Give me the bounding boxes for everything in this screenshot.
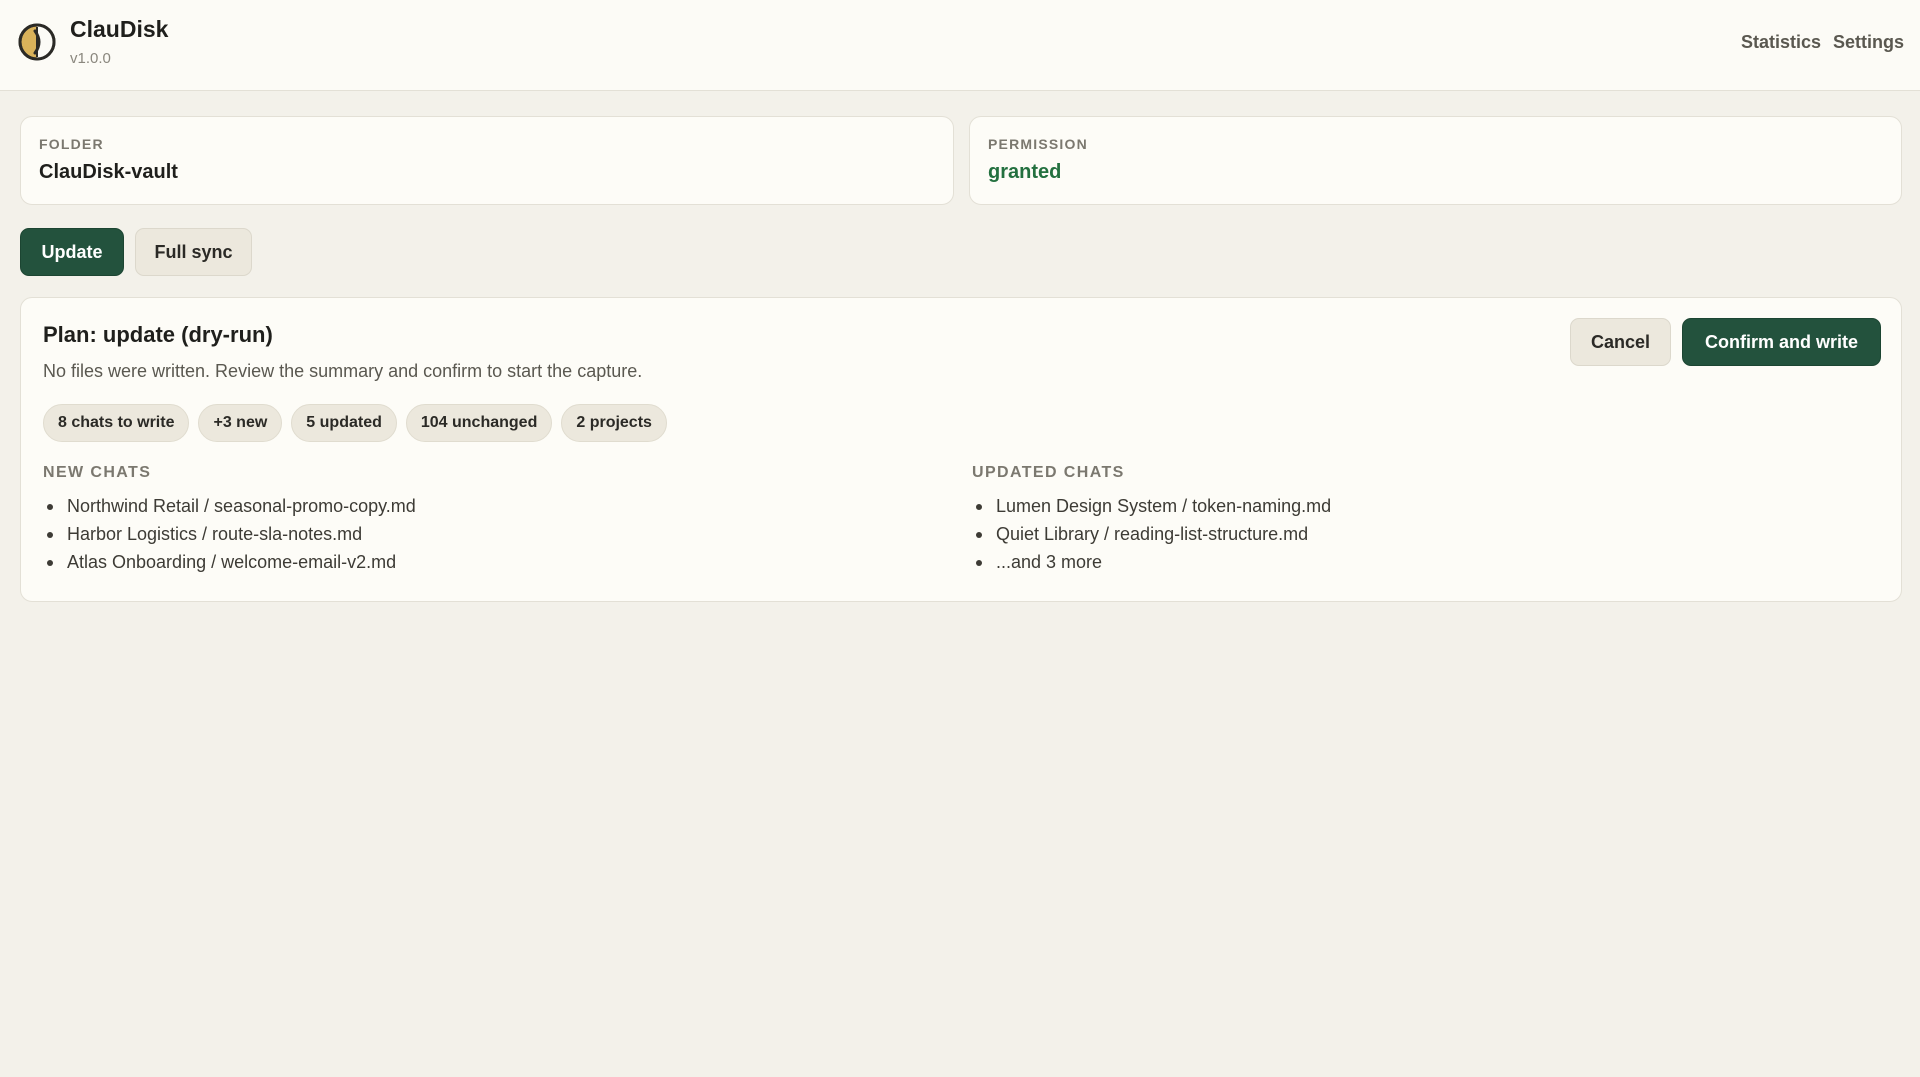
- updated-chats-heading: UPDATED CHATS: [972, 464, 1125, 481]
- top-bar: ClauDisk v1.0.0 Statistics Settings: [0, 0, 1920, 91]
- plan-description: No files were written. Review the summar…: [43, 361, 643, 381]
- updated-chats-section: UPDATED CHATS Lumen Design System / toke…: [972, 464, 1331, 576]
- folder-label: FOLDER: [39, 136, 104, 152]
- new-chats-section: NEW CHATS Northwind Retail / seasonal-pr…: [43, 464, 416, 576]
- new-chats-list: Northwind Retail / seasonal-promo-copy.m…: [43, 492, 416, 576]
- plan-card: Plan: update (dry-run) No files were wri…: [20, 297, 1902, 602]
- list-item: ...and 3 more: [972, 548, 1331, 576]
- folder-card: FOLDER ClauDisk-vault: [20, 116, 954, 205]
- updated-chats-list: Lumen Design System / token-naming.md Qu…: [972, 492, 1331, 576]
- chip-projects: 2 projects: [561, 404, 667, 442]
- app-version: v1.0.0: [70, 50, 111, 67]
- confirm-and-write-button[interactable]: Confirm and write: [1682, 318, 1881, 366]
- summary-chips: 8 chats to write +3 new 5 updated 104 un…: [43, 404, 667, 442]
- nav-statistics-link[interactable]: Statistics: [1741, 32, 1821, 53]
- permission-label: PERMISSION: [988, 136, 1088, 152]
- full-sync-button[interactable]: Full sync: [135, 228, 252, 276]
- list-item: Quiet Library / reading-list-structure.m…: [972, 520, 1331, 548]
- chip-unchanged: 104 unchanged: [405, 404, 553, 442]
- list-item: Lumen Design System / token-naming.md: [972, 492, 1331, 520]
- list-item: Northwind Retail / seasonal-promo-copy.m…: [43, 492, 416, 520]
- claudisk-logo-icon: [18, 23, 56, 61]
- top-nav: Statistics Settings: [1741, 32, 1904, 53]
- list-item: Atlas Onboarding / welcome-email-v2.md: [43, 548, 416, 576]
- nav-settings-link[interactable]: Settings: [1833, 32, 1904, 53]
- list-item: Harbor Logistics / route-sla-notes.md: [43, 520, 416, 548]
- app-name: ClauDisk: [70, 16, 169, 42]
- permission-status: granted: [988, 161, 1062, 183]
- chip-new: +3 new: [198, 404, 283, 442]
- chip-updated: 5 updated: [291, 404, 397, 442]
- cancel-button[interactable]: Cancel: [1570, 318, 1671, 366]
- folder-value: ClauDisk-vault: [39, 161, 178, 183]
- chip-chats-to-write: 8 chats to write: [43, 404, 190, 442]
- plan-title: Plan: update (dry-run): [43, 322, 273, 347]
- permission-card: PERMISSION granted: [969, 116, 1902, 205]
- update-button[interactable]: Update: [20, 228, 124, 276]
- new-chats-heading: NEW CHATS: [43, 464, 152, 481]
